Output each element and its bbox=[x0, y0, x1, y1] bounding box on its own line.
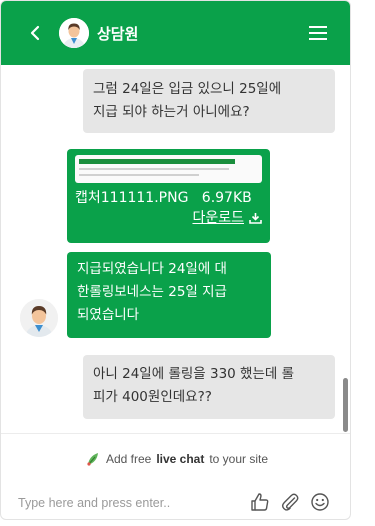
agent-message: 지급되였습니다 24일에 대 한롤링보네스는 25일 지급 되였습니다 bbox=[67, 252, 271, 338]
agent-message-avatar bbox=[20, 299, 58, 337]
download-link[interactable]: 다운로드 bbox=[75, 208, 262, 228]
thumbs-up-icon bbox=[251, 493, 269, 511]
paperclip-icon bbox=[281, 493, 299, 511]
message-line: 되였습니다 bbox=[77, 307, 140, 323]
chat-widget: 상담원 그럼 24일은 입금 있으니 25일에 지급 되야 하는거 아니에요? … bbox=[0, 0, 351, 520]
message-line: 아니 24일에 롤링을 330 했는데 롤 bbox=[93, 366, 295, 382]
like-button[interactable] bbox=[249, 491, 271, 513]
back-button[interactable] bbox=[23, 21, 47, 45]
file-info: 캡처111111.PNG 6.97KB bbox=[75, 188, 262, 208]
attach-button[interactable] bbox=[279, 491, 301, 513]
menu-button[interactable] bbox=[307, 23, 329, 43]
emoji-button[interactable] bbox=[309, 491, 331, 513]
user-message: 그럼 24일은 입금 있으니 25일에 지급 되야 하는거 아니에요? bbox=[83, 69, 335, 133]
leaf-logo-icon bbox=[87, 453, 98, 466]
agent-avatar bbox=[59, 18, 89, 48]
agent-avatar-icon bbox=[20, 299, 58, 337]
powered-prefix: Add free bbox=[105, 452, 152, 466]
message-line: 피가 400원인데요?? bbox=[93, 389, 212, 405]
file-size: 6.97KB bbox=[201, 190, 252, 206]
chevron-left-icon bbox=[30, 25, 40, 41]
message-line: 한롤링보네스는 25일 지급 bbox=[77, 284, 227, 300]
message-input[interactable] bbox=[18, 493, 238, 513]
download-icon bbox=[249, 213, 262, 224]
user-message: 아니 24일에 롤링을 330 했는데 롤 피가 400원인데요?? bbox=[83, 355, 335, 419]
message-line: 지급 되야 하는거 아니에요? bbox=[93, 104, 250, 120]
powered-suffix: to your site bbox=[209, 452, 269, 466]
agent-file-message: 캡처111111.PNG 6.97KB 다운로드 bbox=[67, 149, 270, 243]
file-thumbnail[interactable] bbox=[75, 155, 262, 183]
agent-name: 상담원 bbox=[97, 25, 139, 43]
agent-avatar-icon bbox=[59, 18, 89, 48]
message-line: 지급되였습니다 24일에 대 bbox=[77, 261, 227, 277]
chat-header: 상담원 bbox=[1, 1, 350, 65]
hamburger-menu-icon bbox=[309, 26, 327, 40]
powered-by-link[interactable]: Add free live chat to your site bbox=[1, 449, 350, 469]
message-line: 그럼 24일은 입금 있으니 25일에 bbox=[93, 81, 282, 97]
smiley-icon bbox=[311, 493, 329, 511]
file-name: 캡처111111.PNG bbox=[75, 190, 189, 206]
download-label: 다운로드 bbox=[192, 210, 244, 226]
powered-bold: live chat bbox=[156, 452, 205, 466]
composer bbox=[1, 485, 350, 519]
scrollbar-thumb[interactable] bbox=[343, 378, 348, 432]
divider bbox=[1, 433, 350, 434]
